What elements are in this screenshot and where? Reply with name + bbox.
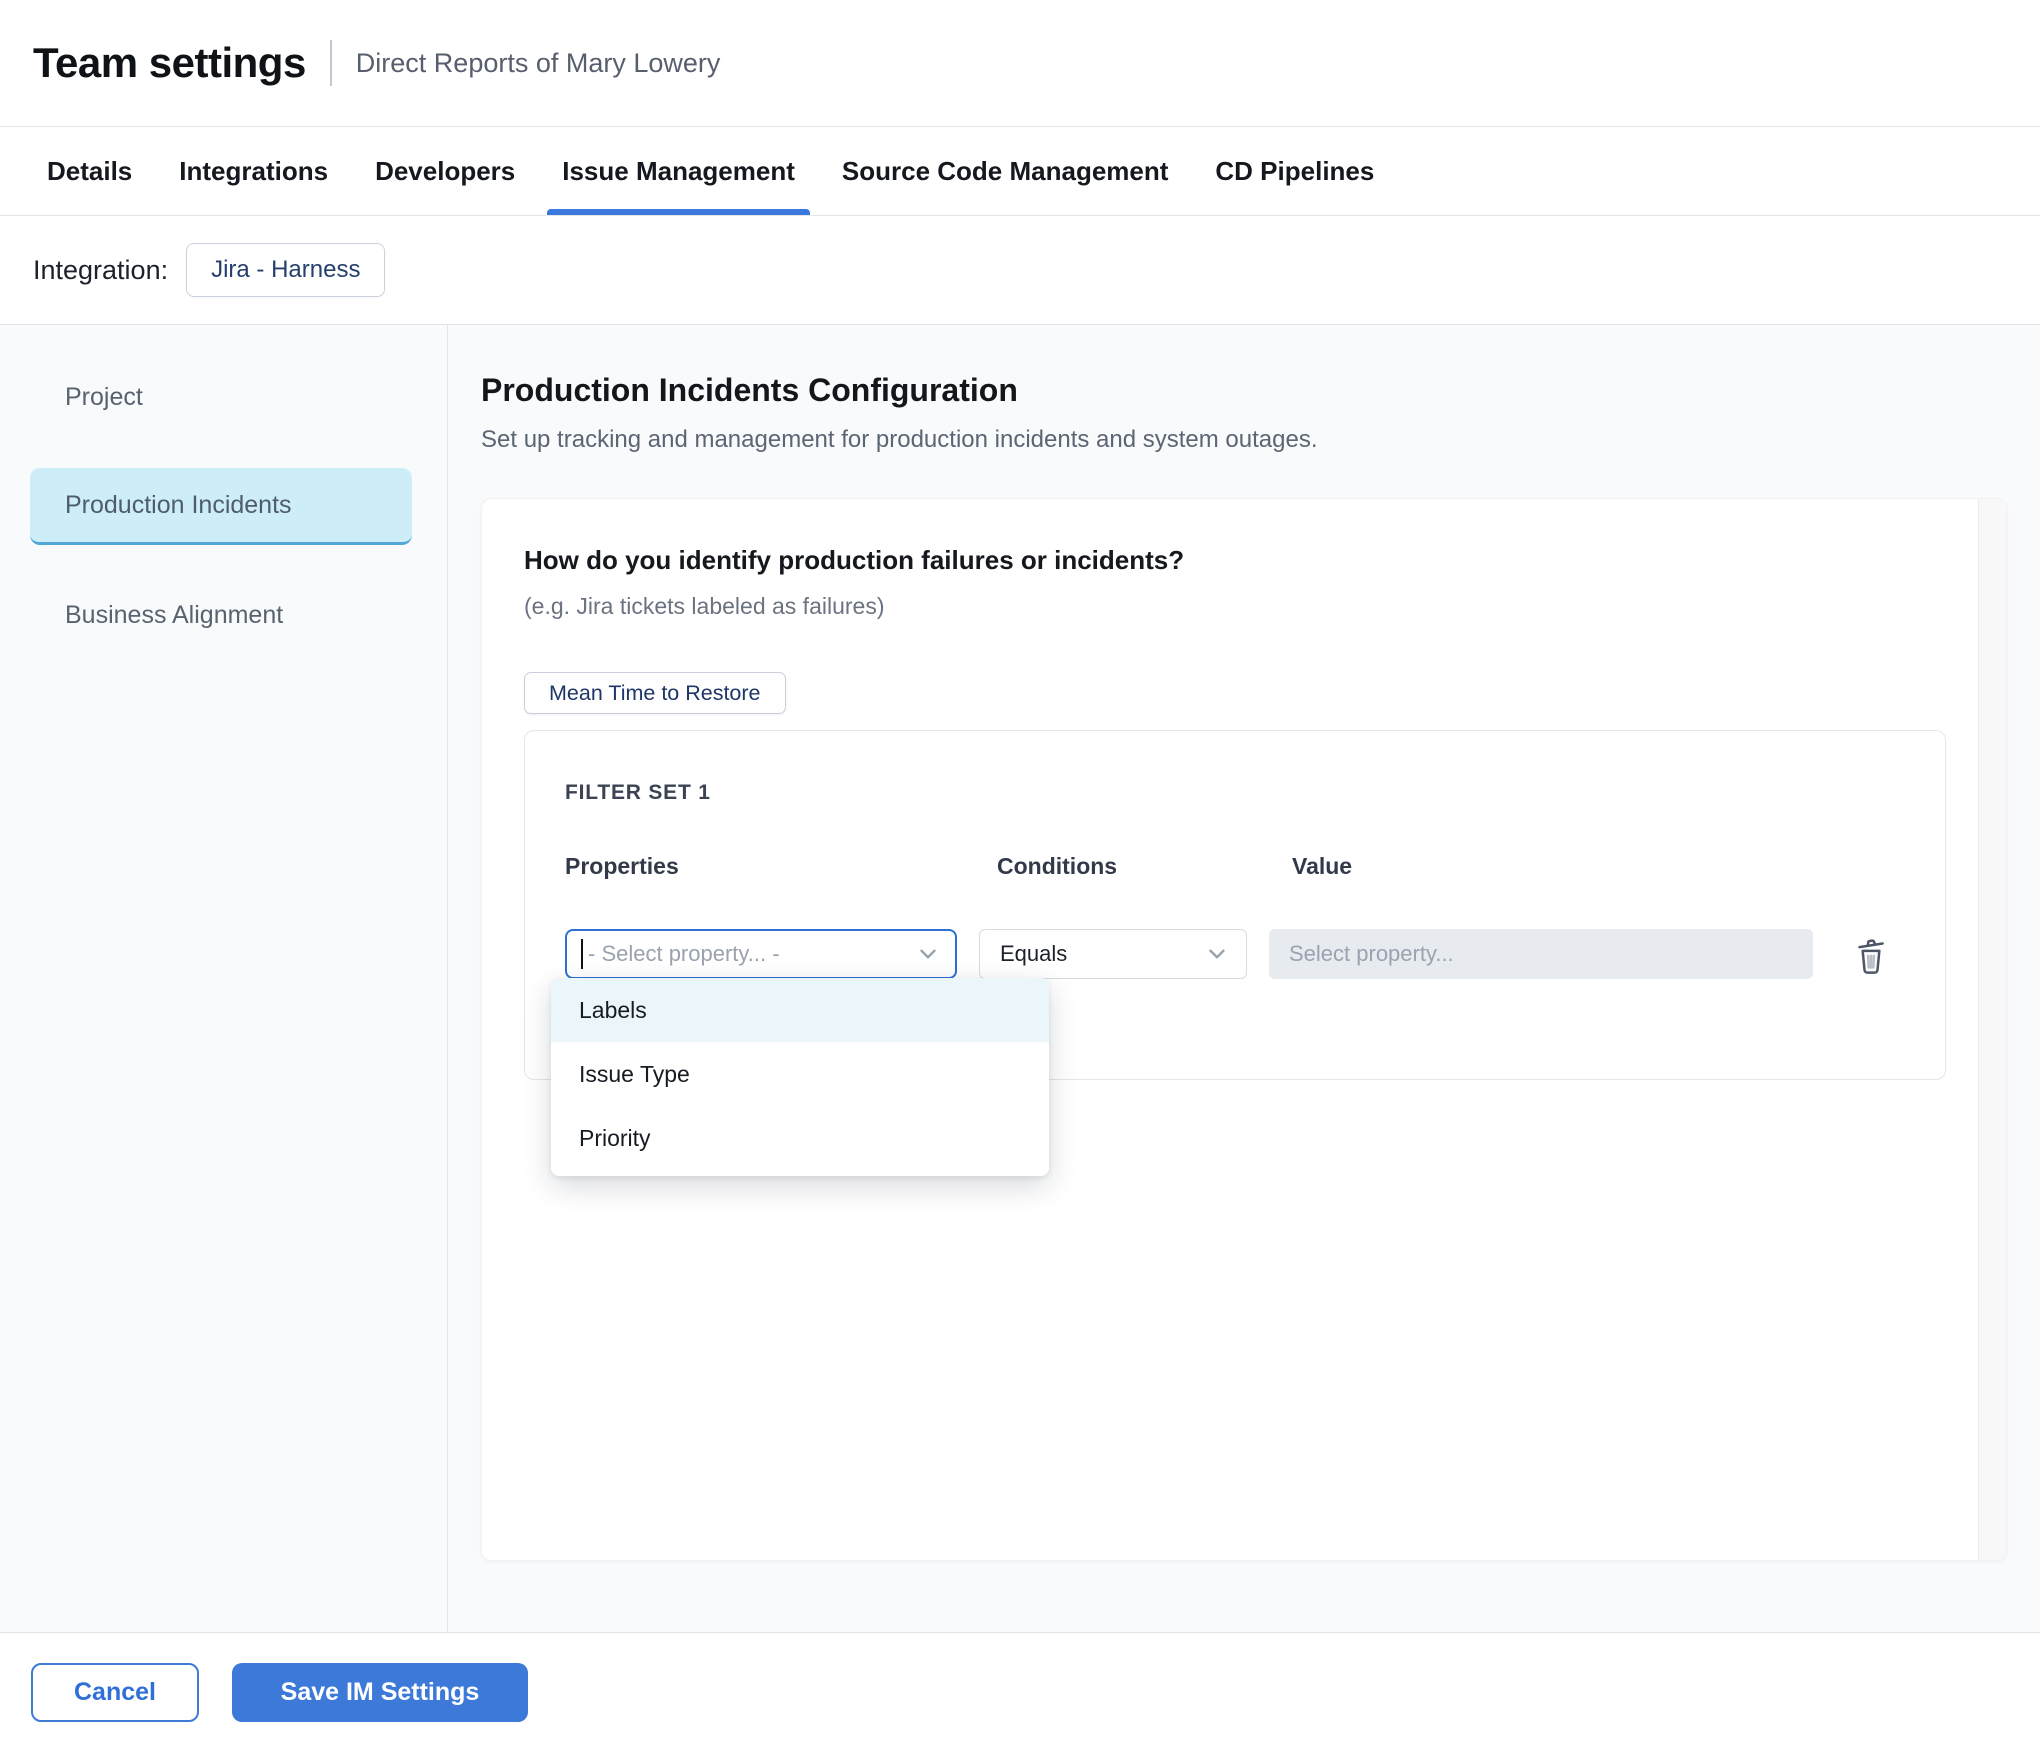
sidebar-item-production-incidents[interactable]: Production Incidents (30, 468, 412, 545)
page-subtitle: Direct Reports of Mary Lowery (356, 48, 721, 79)
page-title: Team settings (33, 39, 306, 87)
dropdown-option-label: Issue Type (579, 1061, 690, 1088)
card-scrollbar[interactable] (1978, 499, 2006, 1560)
settings-sidebar: Project Production Incidents Business Al… (0, 325, 448, 1632)
condition-select-value: Equals (1000, 941, 1204, 967)
page-header: Team settings Direct Reports of Mary Low… (0, 0, 2040, 127)
column-header-conditions: Conditions (997, 853, 1117, 880)
dropdown-option-labels[interactable]: Labels (551, 978, 1049, 1042)
content-area: Project Production Incidents Business Al… (0, 325, 2040, 1632)
sidebar-item-label: Business Alignment (65, 601, 283, 630)
tab-label: CD Pipelines (1215, 156, 1374, 187)
tab-label: Details (47, 156, 132, 187)
cancel-button[interactable]: Cancel (31, 1663, 199, 1722)
tab-cd-pipelines[interactable]: CD Pipelines (1215, 127, 1374, 215)
dropdown-option-label: Priority (579, 1125, 651, 1152)
question-heading: How do you identify production failures … (524, 499, 2006, 577)
property-dropdown: Labels Issue Type Priority (551, 978, 1049, 1176)
integration-chip[interactable]: Jira - Harness (186, 243, 385, 297)
title-separator (330, 40, 332, 86)
sidebar-item-business-alignment[interactable]: Business Alignment (30, 577, 412, 654)
question-hint: (e.g. Jira tickets labeled as failures) (524, 591, 2006, 621)
integration-row: Integration: Jira - Harness (0, 216, 2040, 325)
dropdown-option-issue-type[interactable]: Issue Type (551, 1042, 1049, 1106)
column-header-value: Value (1292, 853, 1352, 880)
tab-label: Developers (375, 156, 515, 187)
filter-set-panel: FILTER SET 1 Properties Conditions Value… (524, 730, 1946, 1080)
chevron-down-icon (1204, 941, 1230, 967)
tab-label: Integrations (179, 156, 328, 187)
property-select-placeholder: - Select property... - (588, 941, 915, 967)
section-subtitle: Set up tracking and management for produ… (481, 425, 2040, 455)
sidebar-item-label: Project (65, 383, 143, 412)
filter-set-title: FILTER SET 1 (565, 781, 711, 805)
sidebar-item-label: Production Incidents (65, 491, 292, 520)
value-input[interactable] (1269, 929, 1813, 979)
delete-filter-button[interactable] (1847, 931, 1895, 979)
tab-issue-management[interactable]: Issue Management (562, 127, 795, 215)
footer-action-bar: Cancel Save IM Settings (0, 1632, 2040, 1749)
save-im-settings-button[interactable]: Save IM Settings (232, 1663, 528, 1722)
dropdown-option-priority[interactable]: Priority (551, 1106, 1049, 1170)
column-header-properties: Properties (565, 853, 679, 880)
main-panel: Production Incidents Configuration Set u… (448, 325, 2040, 1632)
trash-icon (1851, 933, 1891, 977)
incidents-config-card: How do you identify production failures … (481, 498, 2007, 1561)
tab-integrations[interactable]: Integrations (179, 127, 328, 215)
tab-label: Source Code Management (842, 156, 1169, 187)
sidebar-item-project[interactable]: Project (30, 359, 412, 436)
dropdown-option-label: Labels (579, 997, 647, 1024)
text-caret (581, 939, 583, 969)
tab-label: Issue Management (562, 156, 795, 187)
section-title: Production Incidents Configuration (481, 371, 2040, 409)
condition-select[interactable]: Equals (979, 929, 1247, 979)
integration-label: Integration: (33, 255, 168, 286)
tab-developers[interactable]: Developers (375, 127, 515, 215)
metric-chip-mean-time-to-restore[interactable]: Mean Time to Restore (524, 672, 786, 714)
property-select[interactable]: - Select property... - (565, 929, 957, 979)
active-tab-underline (547, 209, 810, 215)
tab-source-code-management[interactable]: Source Code Management (842, 127, 1169, 215)
tab-bar: Details Integrations Developers Issue Ma… (0, 127, 2040, 216)
chevron-down-icon (915, 941, 941, 967)
tab-details[interactable]: Details (47, 127, 132, 215)
